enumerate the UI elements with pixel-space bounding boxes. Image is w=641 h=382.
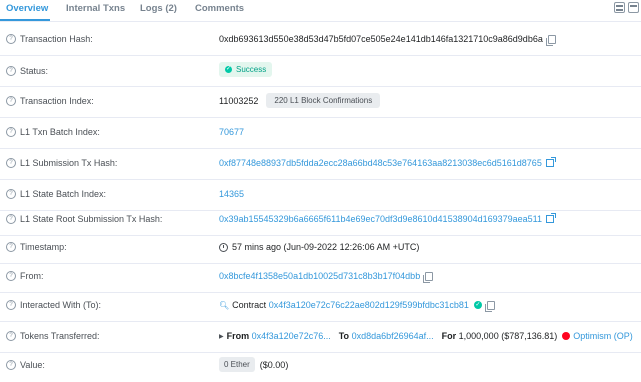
active-tab-indicator [0,19,50,21]
caret-right-icon: ▶ [219,333,224,340]
state-root-hash-link[interactable]: 0x39ab15545329b6a6665f611b4e69ec70df3d9e… [219,214,542,224]
magnifier-icon: 🔍︎ [219,300,230,310]
token-to-link[interactable]: 0xd8da6bf26964af... [352,331,434,341]
submission-hash-link[interactable]: 0xf87748e88937db5fdda2ecc28a66bd48c53e76… [219,158,542,168]
window-icon[interactable] [628,2,639,13]
help-icon[interactable]: ? [6,158,16,168]
tab-logs[interactable]: Logs (2) [140,3,177,14]
token-from-link[interactable]: 0x4f3a120e72c76... [252,331,331,341]
help-icon[interactable]: ? [6,96,16,106]
tab-internal-txns[interactable]: Internal Txns [66,3,125,14]
token-for-label: For [441,331,457,341]
label-l1-state-batch-index: L1 State Batch Index: [20,189,107,199]
batch-index-link[interactable]: 70677 [219,127,244,137]
optimism-token-icon [562,332,571,340]
status-text: Success [236,65,267,74]
help-icon[interactable]: ? [6,127,16,137]
help-icon[interactable]: ? [6,66,16,76]
label-transaction-hash: Transaction Hash: [20,34,93,44]
contract-address-link[interactable]: 0x4f3a120e72c76c22ae802d129f599bfdbc31cb… [269,300,469,310]
from-address-link[interactable]: 0x8bcfe4f1358e50a1db10025d731c8b3b17f04d… [219,271,420,281]
external-link-icon[interactable] [546,213,556,223]
row-value: ? Value: 0 Ether ($0.00) [0,351,641,382]
row-status: ? Status: ✓ Success [0,56,641,87]
help-icon[interactable]: ? [6,300,16,310]
label-l1-state-root-hash: L1 State Root Submission Tx Hash: [20,214,163,224]
check-circle-icon: ✓ [225,66,232,73]
label-status: Status: [20,66,49,76]
token-to-label: To [338,331,350,341]
help-icon[interactable]: ? [6,214,16,224]
external-link-icon[interactable] [545,157,556,167]
confirmations-badge: 220 L1 Block Confirmations [266,93,381,108]
help-icon[interactable]: ? [6,189,16,199]
status-badge: ✓ Success [219,62,273,77]
value-usd: ($0.00) [259,359,289,370]
help-icon[interactable]: ? [6,331,16,341]
transaction-index-value: 11003252 [219,95,259,106]
row-transaction-index: ? Transaction Index: 11003252 220 L1 Block… [0,87,641,118]
label-value: Value: [20,360,45,370]
copy-icon[interactable] [423,271,434,283]
row-l1-submission-tx-hash: ? L1 Submission Tx Hash: 0xf87748e88937db… [0,149,641,180]
label-transaction-index: Transaction Index: [20,96,94,106]
ether-badge: 0 Ether [219,357,255,372]
token-amount: 1,000,000 ($787,136.81) [458,331,558,341]
label-timestamp: Timestamp: [20,242,67,252]
transaction-hash-value: 0xdb693613d550e38d53d47b5fd07ce505e24e14… [219,34,543,44]
row-from: ? From: 0x8bcfe4f1358e50a1db10025d731c8b3… [0,262,641,293]
tab-comments[interactable]: Comments [195,3,244,14]
verified-check-icon: ✓ [473,301,482,309]
row-interacted-with: ? Interacted With (To): 🔍︎ Contract 0x4f3a… [0,291,641,322]
clock-icon [219,242,228,252]
print-icon[interactable] [614,2,625,13]
state-batch-link[interactable]: 14365 [219,189,244,199]
timestamp-value: 57 mins ago (Jun-09-2022 12:26:06 AM +UT… [232,242,420,252]
row-l1-txn-batch-index: ? L1 Txn Batch Index: 70677 [0,118,641,149]
row-transaction-hash: ? Transaction Hash: 0xdb693613d550e38d53d… [0,25,641,56]
label-l1-txn-batch-index: L1 Txn Batch Index: [20,127,100,137]
copy-icon[interactable] [545,34,556,46]
contract-prefix: Contract [232,300,267,310]
label-tokens-transferred: Tokens Transferred: [20,331,100,341]
token-name-link[interactable]: Optimism (OP) [573,331,633,341]
row-tokens-transferred: ? Tokens Transferred: ▶ From 0x4f3a120e72… [0,322,641,353]
label-interacted-with: Interacted With (To): [20,300,102,310]
tab-overview[interactable]: Overview [6,3,48,14]
tab-bar: Overview Internal Txns Logs (2) Comments [0,0,641,22]
help-icon[interactable]: ? [6,360,16,370]
row-l1-state-root-hash: ? L1 State Root Submission Tx Hash: 0x39a… [0,205,641,236]
label-from: From: [20,271,44,281]
copy-icon[interactable] [484,300,495,312]
help-icon[interactable]: ? [6,271,16,281]
help-icon[interactable]: ? [6,34,16,44]
row-timestamp: ? Timestamp: 57 mins ago (Jun-09-2022 12:… [0,233,641,264]
label-l1-submission-tx-hash: L1 Submission Tx Hash: [20,158,118,168]
token-from-label: From [226,331,250,341]
help-icon[interactable]: ? [6,242,16,252]
